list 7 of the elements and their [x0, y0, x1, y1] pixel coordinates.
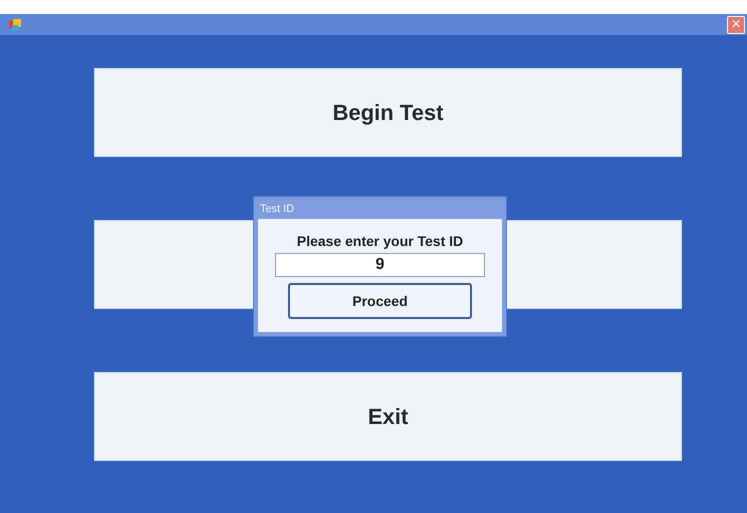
test-id-field[interactable]: 9 — [275, 253, 485, 277]
proceed-button[interactable]: Proceed — [288, 283, 472, 319]
app-icon — [8, 18, 22, 32]
menu-button[interactable]: Exit — [94, 372, 682, 461]
dialog-title: Test ID — [259, 202, 296, 217]
prompt-label: Please enter your Test ID — [296, 233, 464, 249]
menu-button[interactable]: Begin Test — [94, 68, 682, 157]
